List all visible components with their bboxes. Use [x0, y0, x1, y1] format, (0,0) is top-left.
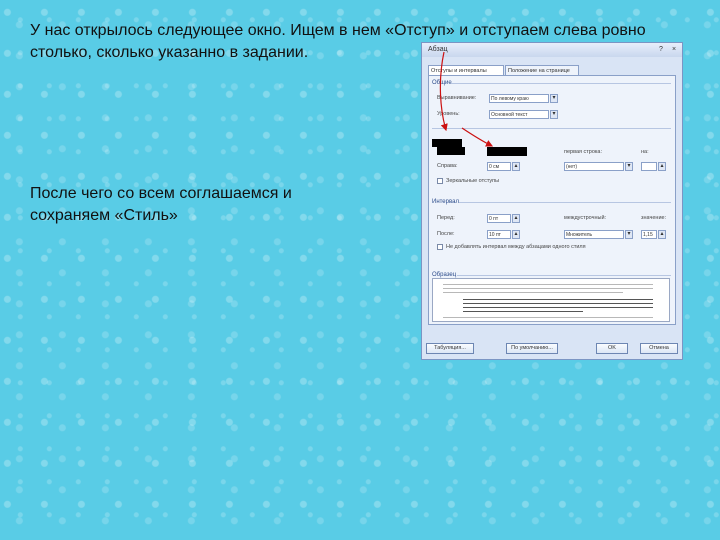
level-select[interactable]: Основной текст: [489, 110, 549, 119]
line-spacing-select[interactable]: Множитель: [564, 230, 624, 239]
cancel-button[interactable]: Отмена: [640, 343, 678, 354]
redaction-block: [437, 147, 465, 155]
alignment-select[interactable]: По левому краю: [489, 94, 549, 103]
level-label: Уровень:: [437, 111, 460, 117]
first-line-label: первая строка:: [564, 149, 603, 155]
no-space-checkbox[interactable]: [437, 244, 443, 250]
by-label: на:: [641, 149, 649, 155]
set-default-button[interactable]: По умолчанию...: [506, 343, 558, 354]
chevron-down-icon[interactable]: ▾: [625, 230, 633, 239]
redaction-block: [487, 147, 527, 156]
instruction-text-bottom: После чего со всем соглашаемся и сохраня…: [30, 185, 292, 224]
mirror-indents-label: Зеркальные отступы: [446, 178, 500, 184]
mirror-indents-checkbox[interactable]: [437, 178, 443, 184]
redaction-block: [432, 139, 462, 147]
close-icon[interactable]: ×: [669, 45, 679, 54]
spinner-icon[interactable]: ▴: [512, 230, 520, 239]
value-label: значение:: [641, 215, 667, 221]
before-label: Перед:: [437, 215, 455, 221]
alignment-label: Выравнивание:: [437, 95, 477, 101]
spinner-icon[interactable]: ▴: [658, 230, 666, 239]
right-indent-label: Справа:: [437, 163, 458, 169]
separator: [432, 128, 671, 129]
after-input[interactable]: 10 пт: [487, 230, 511, 239]
separator: [457, 275, 671, 276]
right-indent-input[interactable]: 0 см: [487, 162, 511, 171]
help-icon[interactable]: ?: [656, 45, 666, 54]
dialog-titlebar: Абзац ? ×: [422, 43, 682, 57]
first-line-select[interactable]: (нет): [564, 162, 624, 171]
before-input[interactable]: 0 пт: [487, 214, 511, 223]
preview-box: [432, 278, 670, 322]
after-label: После:: [437, 231, 455, 237]
spinner-icon[interactable]: ▴: [658, 162, 666, 171]
chevron-down-icon[interactable]: ▾: [625, 162, 633, 171]
ok-button[interactable]: OK: [596, 343, 628, 354]
dialog-title: Абзац: [428, 46, 448, 53]
spinner-icon[interactable]: ▴: [512, 162, 520, 171]
no-space-label: Не добавлять интервал между абзацами одн…: [446, 244, 586, 250]
spinner-icon[interactable]: ▴: [512, 214, 520, 223]
separator: [459, 202, 671, 203]
group-general-label: Общие: [432, 80, 452, 86]
first-line-by-input[interactable]: [641, 162, 657, 171]
line-spacing-label: междустрочный:: [564, 215, 607, 221]
separator: [451, 83, 671, 84]
chevron-down-icon[interactable]: ▾: [550, 110, 558, 119]
paragraph-dialog: Абзац ? × Отступы и интервалы Положение …: [421, 42, 683, 360]
line-spacing-value-input[interactable]: 1,15: [641, 230, 657, 239]
group-spacing-label: Интервал: [432, 199, 459, 205]
chevron-down-icon[interactable]: ▾: [550, 94, 558, 103]
tab-stops-button[interactable]: Табуляция...: [426, 343, 474, 354]
